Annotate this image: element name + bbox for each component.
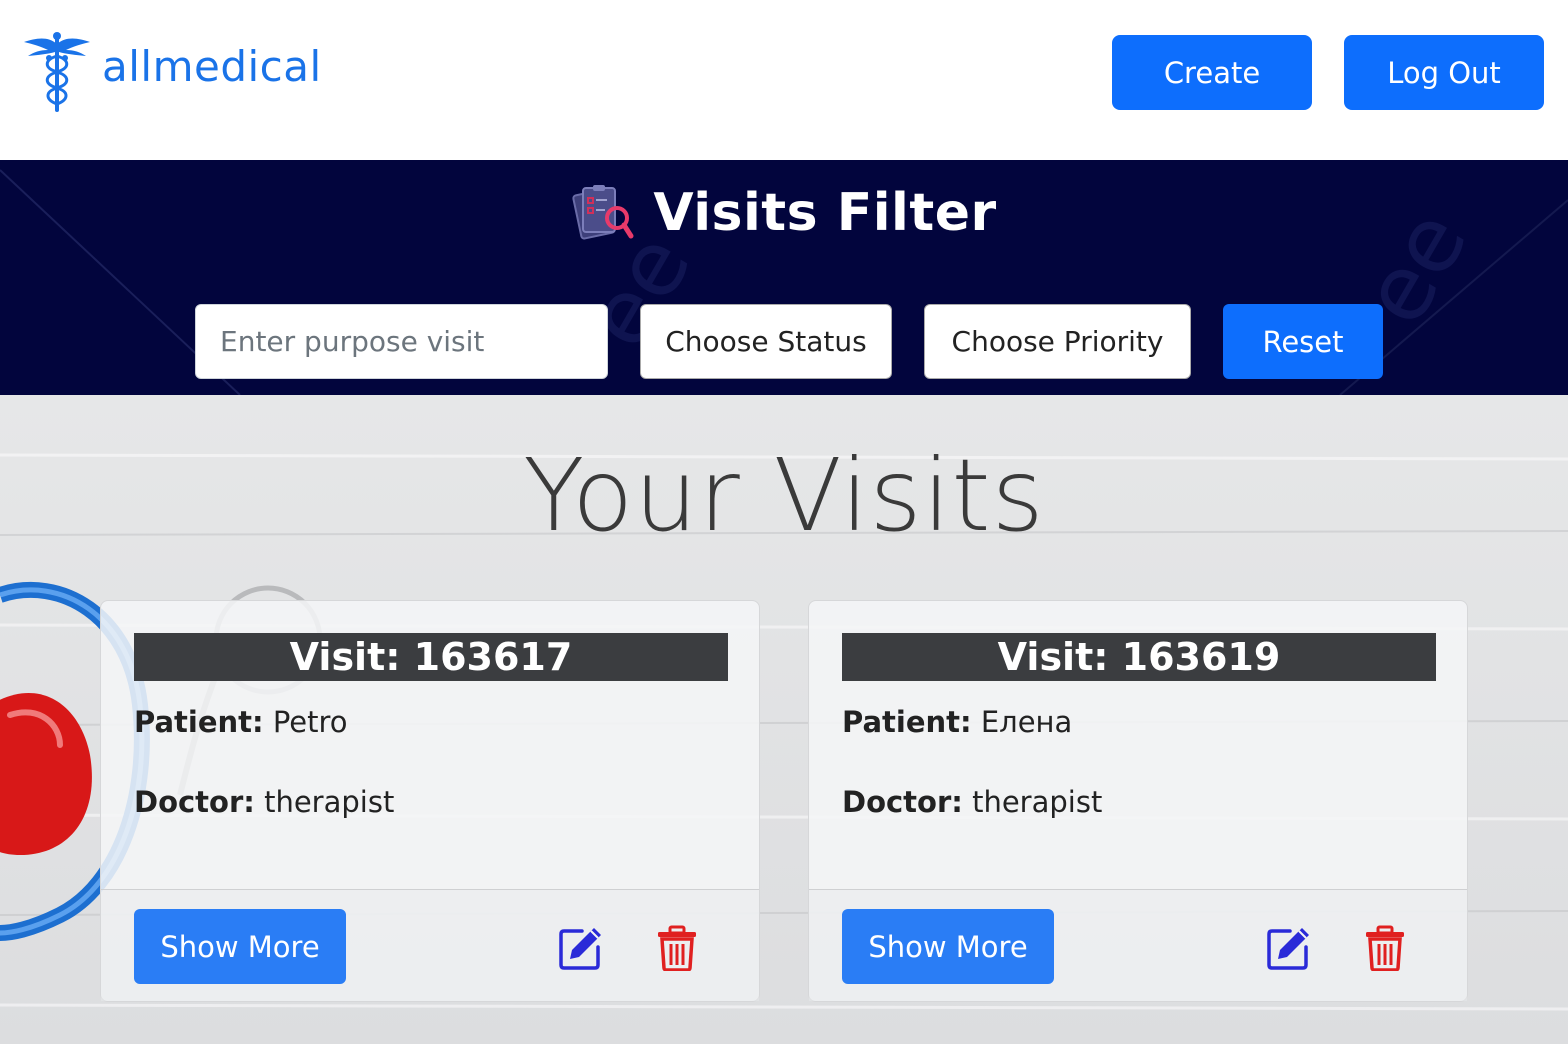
edit-icon[interactable] <box>1266 925 1312 971</box>
filter-title: Visits Filter <box>653 183 997 243</box>
brand-logo[interactable]: allmedical <box>22 30 322 114</box>
doctor-name: therapist <box>972 785 1103 819</box>
page-title: Your Visits <box>523 437 1045 554</box>
logout-button[interactable]: Log Out <box>1344 35 1544 110</box>
show-more-button[interactable]: Show More <box>842 909 1054 984</box>
doctor-row: Doctor: therapist <box>134 785 394 819</box>
patient-row: Patient: Petro <box>134 705 348 739</box>
doctor-row: Doctor: therapist <box>842 785 1102 819</box>
visit-card-title: Visit: 163617 <box>134 633 728 681</box>
caduceus-icon <box>24 32 90 112</box>
visit-card-footer: Show More <box>809 889 1467 1001</box>
purpose-search-input[interactable] <box>195 304 608 379</box>
visit-card: Visit: 163617 Patient: Petro Doctor: the… <box>100 600 760 1002</box>
brand-name: allmedical <box>102 41 322 91</box>
visits-section: Your Visits Visit: 163617 Patient: Petro… <box>0 395 1568 1044</box>
create-button[interactable]: Create <box>1112 35 1312 110</box>
patient-row: Patient: Елена <box>842 705 1072 739</box>
status-select[interactable]: Choose Status <box>640 304 892 379</box>
filter-heading: Visits Filter <box>0 180 1568 246</box>
visit-card-footer: Show More <box>101 889 759 1001</box>
visit-card: Visit: 163619 Patient: Елена Doctor: the… <box>808 600 1468 1002</box>
trash-icon[interactable] <box>1364 925 1406 971</box>
show-more-button[interactable]: Show More <box>134 909 346 984</box>
patient-name: Елена <box>980 705 1073 739</box>
patient-name: Petro <box>272 705 348 739</box>
doctor-name: therapist <box>264 785 395 819</box>
visits-filter-panel: ee ee Visits Filter Choose Status Choose… <box>0 160 1568 395</box>
patient-label: Patient: <box>134 705 264 739</box>
doctor-label: Doctor: <box>842 785 963 819</box>
top-navbar: allmedical Create Log Out <box>0 0 1568 160</box>
edit-icon[interactable] <box>558 925 604 971</box>
patient-label: Patient: <box>842 705 972 739</box>
doctor-label: Doctor: <box>134 785 255 819</box>
trash-icon[interactable] <box>656 925 698 971</box>
reset-button[interactable]: Reset <box>1223 304 1383 379</box>
priority-select[interactable]: Choose Priority <box>924 304 1191 379</box>
clipboard-search-icon <box>572 185 634 240</box>
visit-card-title: Visit: 163619 <box>842 633 1436 681</box>
